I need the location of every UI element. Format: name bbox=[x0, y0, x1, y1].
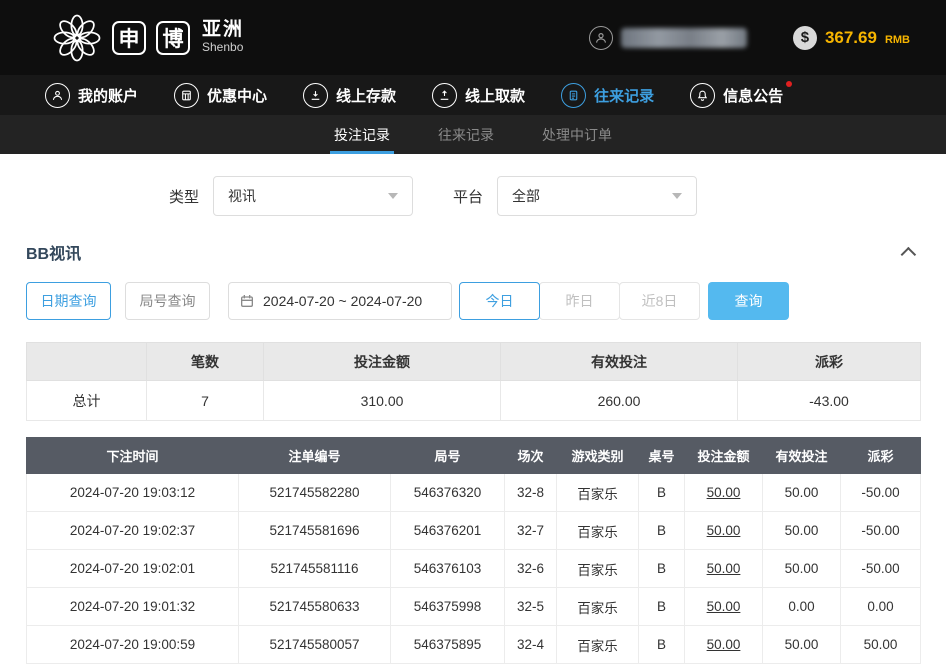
col-payout: 派彩 bbox=[841, 438, 921, 474]
table-row: 2024-07-20 19:01:32 521745580633 5463759… bbox=[27, 588, 921, 626]
withdraw-icon bbox=[432, 83, 457, 108]
col-bet-amount: 投注金额 bbox=[685, 438, 763, 474]
balance-currency: RMB bbox=[885, 34, 910, 46]
type-filter-value: 视讯 bbox=[228, 186, 256, 206]
section-title: BB视讯 bbox=[26, 240, 81, 264]
wallet-balance[interactable]: $ 367.69 RMB bbox=[793, 26, 910, 50]
quick-range-group: 今日 昨日 近8日 bbox=[460, 282, 700, 320]
platform-filter-select[interactable]: 全部 bbox=[497, 176, 697, 216]
calendar-icon bbox=[239, 293, 255, 309]
date-range-input[interactable]: 2024-07-20 ~ 2024-07-20 bbox=[228, 282, 452, 320]
col-session: 场次 bbox=[505, 438, 557, 474]
grid-icon bbox=[174, 83, 199, 108]
section-header: BB视讯 bbox=[26, 240, 920, 264]
table-row: 2024-07-20 19:02:01 521745581116 5463761… bbox=[27, 550, 921, 588]
col-valid-bet: 有效投注 bbox=[763, 438, 841, 474]
summary-header-payout: 派彩 bbox=[738, 343, 921, 381]
bet-amount-link[interactable]: 50.00 bbox=[685, 474, 763, 512]
chevron-down-icon bbox=[672, 193, 682, 199]
top-header: 申 博 亚洲 Shenbo $ 367.69 RMB bbox=[0, 0, 946, 75]
summary-table: 笔数 投注金额 有效投注 派彩 总计 7 310.00 260.00 -43.0… bbox=[26, 342, 921, 421]
tab-pending-orders[interactable]: 处理中订单 bbox=[538, 115, 616, 154]
collapse-chevron-icon[interactable] bbox=[901, 246, 917, 262]
bell-icon bbox=[690, 83, 715, 108]
col-bet-time: 下注时间 bbox=[27, 438, 239, 474]
summary-header-bet: 投注金额 bbox=[264, 343, 501, 381]
chevron-down-icon bbox=[388, 193, 398, 199]
detail-header-row: 下注时间 注单编号 局号 场次 游戏类别 桌号 投注金额 有效投注 派彩 bbox=[27, 438, 921, 474]
bet-detail-table: 下注时间 注单编号 局号 场次 游戏类别 桌号 投注金额 有效投注 派彩 202… bbox=[26, 437, 921, 664]
logo-subtitle: Shenbo bbox=[202, 41, 244, 54]
quick-yesterday-button[interactable]: 昨日 bbox=[539, 282, 620, 320]
query-bar: 日期查询 局号查询 2024-07-20 ~ 2024-07-20 今日 昨日 … bbox=[26, 282, 920, 320]
username-blurred bbox=[621, 28, 747, 48]
user-icon bbox=[45, 83, 70, 108]
type-filter-select[interactable]: 视讯 bbox=[213, 176, 413, 216]
platform-filter-value: 全部 bbox=[512, 186, 540, 206]
logo-char-2: 博 bbox=[156, 21, 190, 55]
record-tabs: 投注记录 往来记录 处理中订单 bbox=[0, 115, 946, 154]
notification-dot bbox=[786, 81, 792, 87]
nav-item-my-account[interactable]: 我的账户 bbox=[45, 83, 138, 108]
avatar-icon bbox=[589, 26, 613, 50]
tab-transaction-records[interactable]: 往来记录 bbox=[434, 115, 498, 154]
table-row: 2024-07-20 19:02:37 521745581696 5463762… bbox=[27, 512, 921, 550]
nav-item-promotions[interactable]: 优惠中心 bbox=[174, 83, 267, 108]
date-range-value: 2024-07-20 ~ 2024-07-20 bbox=[263, 293, 422, 309]
platform-filter-label: 平台 bbox=[453, 186, 483, 207]
bet-amount-link[interactable]: 50.00 bbox=[685, 588, 763, 626]
col-order-id: 注单编号 bbox=[239, 438, 391, 474]
date-query-button[interactable]: 日期查询 bbox=[26, 282, 111, 320]
tab-betting-records[interactable]: 投注记录 bbox=[330, 115, 394, 154]
bet-amount-link[interactable]: 50.00 bbox=[685, 626, 763, 664]
summary-payout: -43.00 bbox=[738, 381, 921, 421]
logo-region: 亚洲 bbox=[202, 20, 244, 41]
nav-item-announcements[interactable]: 信息公告 bbox=[690, 83, 783, 108]
summary-header-row: 笔数 投注金额 有效投注 派彩 bbox=[27, 343, 921, 381]
round-query-button[interactable]: 局号查询 bbox=[125, 282, 210, 320]
logo-char-1: 申 bbox=[112, 21, 146, 55]
search-button[interactable]: 查询 bbox=[708, 282, 789, 320]
records-icon bbox=[561, 83, 586, 108]
filter-bar: 类型 视讯 平台 全部 bbox=[169, 176, 946, 216]
nav-item-records[interactable]: 往来记录 bbox=[561, 83, 654, 108]
main-navigation: 我的账户 优惠中心 线上存款 线上取款 往来记录 bbox=[0, 75, 946, 115]
balance-amount: 367.69 bbox=[825, 28, 877, 48]
col-table-no: 桌号 bbox=[639, 438, 685, 474]
quick-today-button[interactable]: 今日 bbox=[459, 282, 540, 320]
brand-logo[interactable]: 申 博 亚洲 Shenbo bbox=[52, 13, 244, 63]
col-game-type: 游戏类别 bbox=[557, 438, 639, 474]
bet-amount-link[interactable]: 50.00 bbox=[685, 550, 763, 588]
nav-item-withdraw[interactable]: 线上取款 bbox=[432, 83, 525, 108]
summary-count: 7 bbox=[147, 381, 264, 421]
flower-icon bbox=[52, 13, 102, 63]
dollar-icon: $ bbox=[793, 26, 817, 50]
summary-valid: 260.00 bbox=[501, 381, 738, 421]
table-row: 2024-07-20 19:03:12 521745582280 5463763… bbox=[27, 474, 921, 512]
user-account-chip[interactable] bbox=[589, 26, 747, 50]
quick-8days-button[interactable]: 近8日 bbox=[619, 282, 700, 320]
summary-total-label: 总计 bbox=[27, 381, 147, 421]
summary-header-count: 笔数 bbox=[147, 343, 264, 381]
bet-amount-link[interactable]: 50.00 bbox=[685, 512, 763, 550]
summary-total-row: 总计 7 310.00 260.00 -43.00 bbox=[27, 381, 921, 421]
table-row: 2024-07-20 19:00:59 521745580057 5463758… bbox=[27, 626, 921, 664]
summary-header-valid: 有效投注 bbox=[501, 343, 738, 381]
deposit-icon bbox=[303, 83, 328, 108]
summary-bet: 310.00 bbox=[264, 381, 501, 421]
col-round-id: 局号 bbox=[391, 438, 505, 474]
nav-item-deposit[interactable]: 线上存款 bbox=[303, 83, 396, 108]
summary-header-blank bbox=[27, 343, 147, 381]
type-filter-label: 类型 bbox=[169, 186, 199, 207]
